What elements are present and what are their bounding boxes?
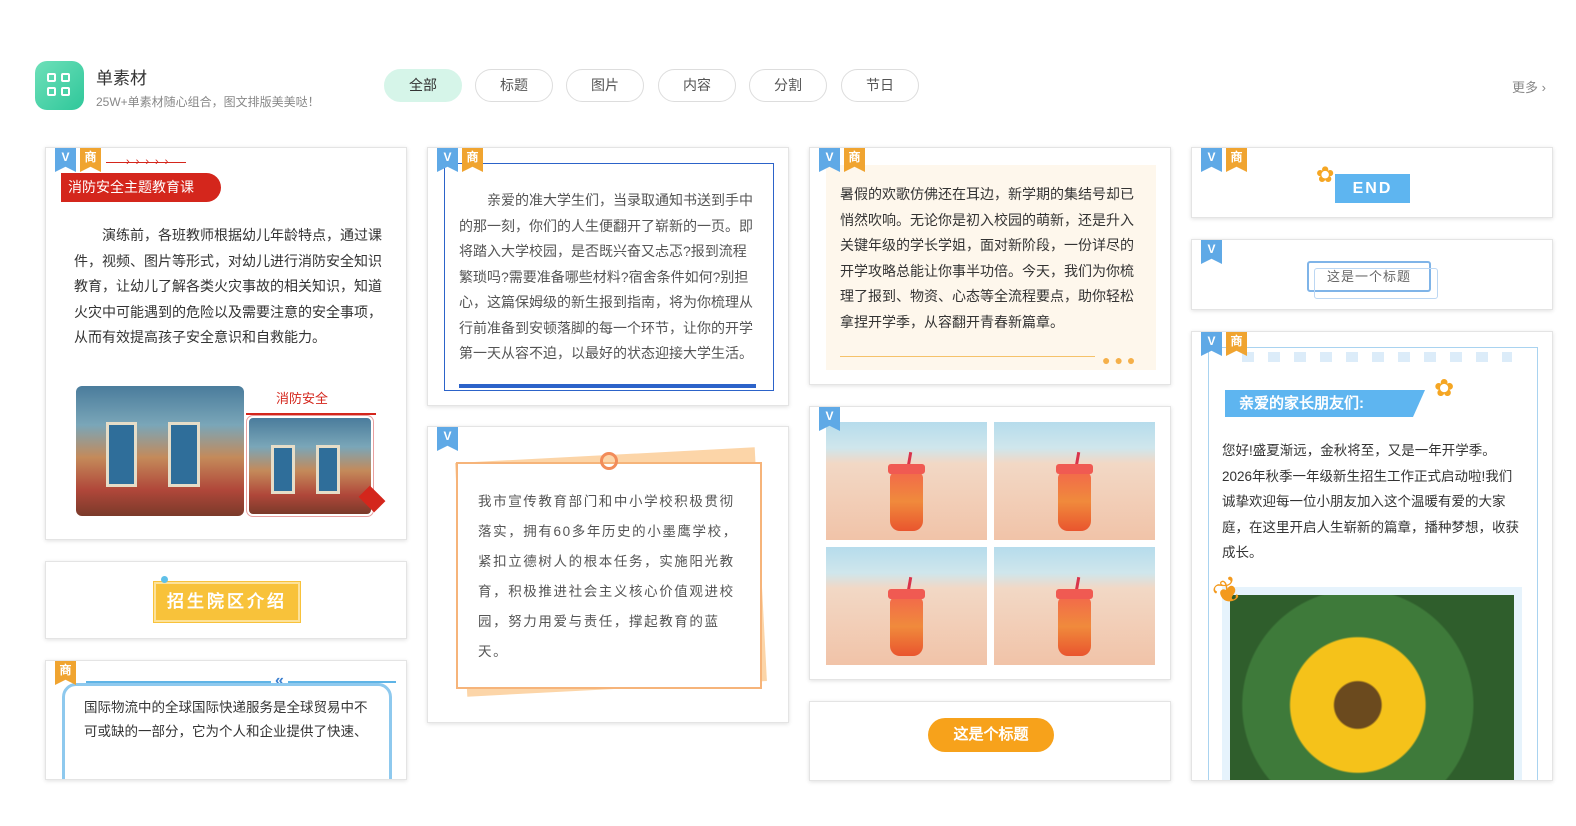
tab-divider[interactable]: 分割 [749,69,827,102]
building-photo [246,415,374,517]
tab-image[interactable]: 图片 [566,69,644,102]
card-plain-title[interactable]: V 这是一个标题 [1191,239,1553,310]
card-education[interactable]: V 我市宣传教育部门和中小学校积极贯彻落实，拥有60多年历史的小墨鹰学校，紧扣立… [427,426,789,723]
grid-icon [61,87,70,96]
decor-line [840,356,1095,357]
decor-line [246,413,376,415]
card-freshman[interactable]: V 商 亲爱的准大学生们，当录取通知书送到手中的那一刻，你们的人生便翻开了崭新的… [427,147,789,406]
orange-title: 这是个标题 [928,718,1054,752]
tab-all[interactable]: 全部 [384,69,462,102]
more-link[interactable]: 更多 › [1512,77,1546,96]
card-body: 演练前，各班教师根据幼儿年龄特点，通过课件，视频、图片等形式，对幼儿进行消防安全… [74,227,382,345]
tab-title[interactable]: 标题 [475,69,553,102]
card-heading: 消防安全主题教育课 [61,173,221,202]
tab-festival[interactable]: 节日 [841,69,919,102]
card-summer[interactable]: V 商 暑假的欢歌仿佛还在耳边，新学期的集结号却已悄然吹响。无论你是初入校园的萌… [809,147,1171,385]
card-body: 我市宣传教育部门和中小学校积极贯彻落实，拥有60多年历史的小墨鹰学校，紧扣立德树… [478,494,738,659]
app-subtitle: 25W+单素材随心组合，图文排版美美哒！ [96,95,320,109]
arrows-icon: ››››› [126,156,175,168]
card-end[interactable]: V 商 END ✿ [1191,147,1553,218]
card-fire-safety[interactable]: V 商 ››››› 消防安全主题教育课 演练前，各班教师根据幼儿年龄特点，通过课… [45,147,407,540]
vip-badge: V [55,148,76,172]
building-photo [76,386,244,516]
commercial-badge: 商 [80,148,101,172]
campus-intro-title: 招生院区介绍 [153,581,301,623]
paperclip-icon [600,452,618,470]
card-logistics[interactable]: 商 « 国际物流中的全球国际快递服务是全球贸易中不可或缺的一部分，它为个人和企业… [45,660,407,780]
app-title: 单素材 [96,69,147,88]
vip-badge: V [437,427,458,451]
commercial-badge: 商 [1226,148,1247,172]
jar-photo [826,547,987,665]
sunflower-photo [1230,595,1514,780]
decor-bar [459,384,756,388]
jar-photo [994,422,1155,540]
card-body: 暑假的欢歌仿佛还在耳边，新学期的集结号却已悄然吹响。无论你是初入校园的萌新，还是… [840,186,1134,330]
card-heading: 亲爱的家长朋友们: [1225,390,1425,417]
grid-icon [47,73,56,82]
image-caption: 消防安全 [276,391,329,406]
card-parents[interactable]: V 商 亲爱的家长朋友们: ✿ 您好!盛夏渐远，金秋将至，又是一年开学季。202… [1191,331,1553,781]
vip-badge: V [1201,240,1222,264]
flower-icon: ✿ [1434,375,1455,402]
tab-content[interactable]: 内容 [658,69,736,102]
card-orange-title[interactable]: 这是个标题 [809,701,1171,781]
title-shadow-frame [1314,268,1438,299]
jar-photo [994,547,1155,665]
app-logo [35,61,84,110]
card-campus-intro[interactable]: 招生院区介绍 [45,561,407,639]
card-body: 国际物流中的全球国际快递服务是全球贸易中不可或缺的一部分，它为个人和企业提供了快… [84,700,368,739]
commercial-badge: 商 [55,661,76,685]
card-image-grid[interactable]: V [809,406,1171,680]
decor-dashes [1242,352,1512,362]
grid-icon [61,73,70,82]
grid-icon [47,87,56,96]
vip-badge: V [1201,148,1222,172]
jar-photo [826,422,987,540]
end-title: END [1335,174,1410,203]
card-body: 亲爱的准大学生们，当录取通知书送到手中的那一刻，你们的人生便翻开了崭新的一页。即… [459,192,753,361]
flower-icon: ✿ [1316,162,1335,187]
decor-dot [161,576,168,583]
card-body: 您好!盛夏渐远，金秋将至，又是一年开学季。2026年秋季一年级新生招生工作正式启… [1222,443,1519,560]
dots-icon: ●●● [1102,352,1140,368]
